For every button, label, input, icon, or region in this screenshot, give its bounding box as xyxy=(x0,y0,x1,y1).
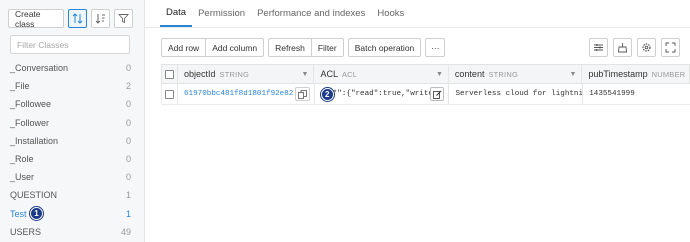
sidebar-toolbar: Create class xyxy=(8,9,133,29)
tab-hooks[interactable]: Hooks xyxy=(371,0,410,27)
objectid-link[interactable]: 61970bbc481f8d1801f92e82 xyxy=(184,90,293,98)
column-type: ACL xyxy=(341,69,358,79)
class-name: _Conversation xyxy=(10,63,69,74)
main-panel: Data Permission Performance and indexes … xyxy=(145,0,690,242)
column-header-acl[interactable]: ACL ACL ▼ xyxy=(314,65,449,83)
class-count: 49 xyxy=(120,226,131,237)
column-name: ACL xyxy=(320,69,338,79)
row-checkbox[interactable] xyxy=(165,89,174,99)
sort-descending-icon[interactable] xyxy=(91,9,110,28)
column-header-objectid[interactable]: objectId STRING ▼ xyxy=(178,65,315,83)
class-item-conversation[interactable]: _Conversation 0 xyxy=(0,59,145,77)
header-checkbox-cell xyxy=(162,65,178,83)
class-name: _File xyxy=(10,81,30,92)
filter-classes-input[interactable] xyxy=(10,35,130,54)
batch-operation-button[interactable]: Batch operation xyxy=(347,38,422,57)
sidebar: Create class _Conversation 0 _File 2 _Fo… xyxy=(0,0,145,242)
more-button[interactable]: ··· xyxy=(425,38,446,57)
column-type: STRING xyxy=(219,69,250,79)
class-count: 0 xyxy=(125,154,131,165)
class-count: 1 xyxy=(125,208,131,219)
class-count: 0 xyxy=(125,63,131,74)
data-table: objectId STRING ▼ ACL ACL ▼ content STRI… xyxy=(161,64,690,105)
sort-ascending-icon[interactable] xyxy=(68,9,87,28)
tab-data[interactable]: Data xyxy=(160,0,193,27)
caret-down-icon[interactable]: ▼ xyxy=(436,71,443,78)
class-item-followee[interactable]: _Followee 0 xyxy=(0,95,145,113)
table-header: objectId STRING ▼ ACL ACL ▼ content STRI… xyxy=(161,64,690,84)
caret-down-icon[interactable]: ▼ xyxy=(569,71,576,78)
column-header-content[interactable]: content STRING ▼ xyxy=(449,65,583,83)
add-column-button[interactable]: Add column xyxy=(206,38,265,57)
table-row: 61970bbc481f8d1801f92e82 2 *":{"read":tr… xyxy=(161,84,690,105)
class-count: 0 xyxy=(125,135,131,146)
class-item-question[interactable]: QUESTION 1 xyxy=(0,186,145,204)
step-badge: 2 xyxy=(320,88,334,101)
class-name: _User xyxy=(10,172,35,183)
class-name: _Role xyxy=(10,154,34,165)
column-name: objectId xyxy=(183,69,216,79)
class-count: 1 xyxy=(125,190,131,201)
class-name: _Installation xyxy=(10,135,59,146)
tab-divider xyxy=(145,27,690,28)
column-type: NUMBER xyxy=(651,69,686,79)
filter-button[interactable]: Filter xyxy=(311,38,344,57)
clean-icon[interactable] xyxy=(613,38,632,57)
row-checkbox-cell xyxy=(162,84,178,104)
fullscreen-icon[interactable] xyxy=(661,38,680,57)
class-name: QUESTION xyxy=(10,190,58,201)
pubtimestamp-value: 1435541999 xyxy=(589,90,635,98)
class-name: USERS xyxy=(10,226,42,237)
class-name: _Follower xyxy=(10,117,50,128)
class-name: Test xyxy=(10,208,27,219)
class-item-installation[interactable]: _Installation 0 xyxy=(0,132,145,150)
cell-pubtimestamp[interactable]: 1435541999 xyxy=(583,84,690,104)
refresh-button[interactable]: Refresh xyxy=(268,38,312,57)
copy-icon[interactable] xyxy=(294,87,310,101)
caret-down-icon[interactable]: ▼ xyxy=(302,71,309,78)
row-column-group: Add row Add column xyxy=(161,38,265,57)
content-value: Serverless cloud for lightning-fast xyxy=(455,90,584,98)
cell-acl[interactable]: 2 *":{"read":true,"write"… xyxy=(315,84,450,104)
tab-bar: Data Permission Performance and indexes … xyxy=(160,0,410,27)
columns-settings-icon[interactable] xyxy=(589,38,608,57)
refresh-filter-group: Refresh Filter xyxy=(268,38,344,57)
tab-permission[interactable]: Permission xyxy=(192,0,251,27)
view-toolbar xyxy=(589,38,680,57)
class-item-user[interactable]: _User 0 xyxy=(0,168,145,186)
create-class-button[interactable]: Create class xyxy=(8,9,64,29)
step-badge: 1 xyxy=(30,206,43,220)
cell-objectid[interactable]: 61970bbc481f8d1801f92e82 xyxy=(178,84,315,104)
class-count: 0 xyxy=(125,172,131,183)
class-count: 0 xyxy=(125,117,131,128)
tab-performance-indexes[interactable]: Performance and indexes xyxy=(251,0,371,27)
acl-value: *":{"read":true,"write"… xyxy=(332,90,443,98)
edit-icon[interactable] xyxy=(430,87,445,101)
column-name: content xyxy=(454,69,485,79)
column-header-pubtimestamp[interactable]: pubTimestamp NUMBER xyxy=(582,65,689,83)
class-item-follower[interactable]: _Follower 0 xyxy=(0,114,145,132)
cell-content[interactable]: Serverless cloud for lightning-fast xyxy=(449,84,584,104)
column-name: pubTimestamp xyxy=(588,69,648,79)
select-all-checkbox[interactable] xyxy=(165,69,174,79)
data-toolbar: Add row Add column Refresh Filter Batch … xyxy=(161,38,446,57)
class-item-test[interactable]: Test 1 1 xyxy=(0,205,145,223)
class-item-role[interactable]: _Role 0 xyxy=(0,150,145,168)
class-count: 2 xyxy=(125,81,131,92)
filter-icon[interactable] xyxy=(114,9,133,28)
class-count: 0 xyxy=(125,99,131,110)
class-item-file[interactable]: _File 2 xyxy=(0,77,145,95)
column-type: STRING xyxy=(488,69,518,79)
class-name: _Followee xyxy=(10,99,52,110)
class-list: _Conversation 0 _File 2 _Followee 0 _Fol… xyxy=(0,59,145,241)
class-item-users[interactable]: USERS 49 xyxy=(0,223,145,241)
add-row-button[interactable]: Add row xyxy=(161,38,207,57)
gear-icon[interactable] xyxy=(637,38,656,57)
